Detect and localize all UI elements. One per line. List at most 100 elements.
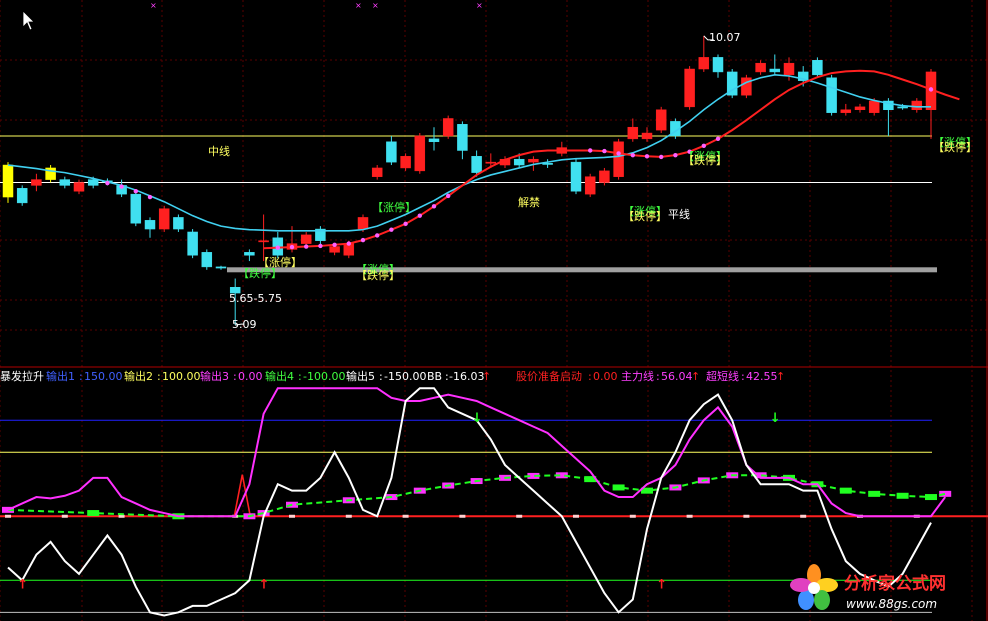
down-arrow-icon-1: ↓ bbox=[770, 411, 781, 426]
ma-dot-r-45 bbox=[644, 154, 650, 159]
indicator-legend: 暴发拉升 输出1 : 150.00 输出2 : 100.00 输出3 : 0.0… bbox=[0, 369, 785, 383]
candle-body-6 bbox=[87, 179, 99, 186]
legend-out2-sep: : bbox=[157, 370, 161, 383]
ma-dot-r-46 bbox=[659, 154, 664, 160]
legend-out5-value: -150.00 bbox=[384, 370, 426, 383]
legend-out1-name: 输出1 bbox=[46, 369, 75, 383]
ma-dot-r-43 bbox=[616, 151, 621, 156]
indicator-name: 暴发拉升 bbox=[0, 369, 44, 383]
up-arrow-icon-0: ↑ bbox=[17, 577, 28, 592]
candle-body-10 bbox=[144, 220, 156, 230]
ma-dot-r-65 bbox=[928, 87, 934, 92]
candle-body-63 bbox=[897, 106, 908, 109]
ma-dot-r-19 bbox=[275, 245, 280, 250]
candle-body-55 bbox=[783, 62, 795, 76]
legend-short-name: 超短线 bbox=[706, 369, 739, 383]
legend-out1-sep: : bbox=[79, 370, 83, 383]
candle-body-53 bbox=[755, 62, 766, 73]
legend-bb-value: -16.03 bbox=[449, 370, 484, 383]
top-marker-0: × bbox=[150, 1, 157, 10]
candle-body-9 bbox=[130, 193, 142, 224]
ma-dot-r-30 bbox=[431, 204, 437, 209]
candle-body-59 bbox=[840, 109, 852, 113]
high-price-label: 10.07 bbox=[709, 31, 741, 44]
ma-dot-r-50 bbox=[715, 136, 721, 142]
ma-dot-r-21 bbox=[304, 244, 309, 249]
candle-body-1 bbox=[16, 188, 28, 204]
candle-body-43 bbox=[613, 141, 624, 177]
candle-body-27 bbox=[386, 141, 397, 163]
candle-body-54 bbox=[769, 68, 781, 73]
candle-body-2 bbox=[31, 179, 42, 186]
top-marker-3: × bbox=[476, 1, 483, 10]
candle-body-23 bbox=[329, 246, 340, 253]
watermark-url: www.88gs.com bbox=[846, 597, 937, 611]
legend-start-sep: : bbox=[588, 370, 592, 383]
candle-body-5 bbox=[73, 182, 85, 192]
candle-body-50 bbox=[712, 57, 724, 73]
candle-body-37 bbox=[528, 158, 539, 163]
ma-dot-r-47 bbox=[673, 152, 678, 158]
candle-body-17 bbox=[244, 252, 255, 256]
candle-body-28 bbox=[400, 156, 411, 169]
legend-main-name: 主力线 bbox=[621, 369, 654, 383]
candle-body-42 bbox=[599, 170, 610, 183]
zero-tick-36 bbox=[516, 514, 523, 518]
top-marker-1: × bbox=[355, 1, 362, 10]
candle-body-48 bbox=[684, 68, 695, 108]
candle-body-58 bbox=[826, 77, 837, 113]
candle-body-61 bbox=[868, 100, 880, 113]
legend-bb-arrow: ↑ bbox=[482, 370, 491, 383]
legend-out5-name: 输出5 bbox=[346, 369, 375, 383]
candle-body-29 bbox=[414, 135, 426, 172]
limit-up-tag-1: 【涨停】 bbox=[372, 200, 416, 214]
limit-up-tag-6: 【涨停】 bbox=[258, 255, 302, 269]
stock-chart: × × × × ↑ ↑ ↑ ↓ ↓ 中线 平线 解禁 10.07 5.09 5.65-5.75… bbox=[0, 0, 988, 621]
legend-out3-sep: : bbox=[233, 370, 237, 383]
legend-short-sep: : bbox=[741, 370, 745, 383]
legend-out4-name: 输出4 bbox=[265, 369, 294, 383]
candle-body-49 bbox=[698, 57, 710, 70]
candle-body-46 bbox=[655, 109, 667, 131]
candle-body-36 bbox=[513, 158, 525, 166]
legend-main-value: 56.04 bbox=[661, 370, 693, 383]
ma-dot-r-26 bbox=[375, 233, 380, 238]
candle-body-32 bbox=[457, 124, 468, 151]
candle-body-21 bbox=[300, 234, 312, 244]
mid-line-label: 中线 bbox=[208, 144, 230, 158]
zero-tick-28 bbox=[402, 514, 409, 518]
limit-down-tag-2: 【跌停】 bbox=[683, 153, 727, 167]
ma-dot-r-49 bbox=[701, 143, 706, 149]
candle-body-44 bbox=[627, 126, 639, 140]
zero-tick-8 bbox=[118, 514, 125, 518]
range-label: 5.65-5.75 bbox=[229, 292, 282, 305]
up-arrow-icon-2: ↑ bbox=[656, 577, 667, 592]
base-bar bbox=[227, 267, 937, 273]
candle-body-0 bbox=[2, 164, 14, 198]
candle-body-60 bbox=[854, 106, 866, 111]
ma-dot-8 bbox=[119, 184, 124, 189]
unlock-label: 解禁 bbox=[518, 195, 540, 209]
top-marker-2: × bbox=[372, 1, 379, 10]
legend-out2-name: 输出2 bbox=[124, 369, 153, 383]
zero-tick-20 bbox=[289, 514, 295, 518]
candle-body-25 bbox=[357, 217, 369, 230]
ma-dot-r-22 bbox=[318, 243, 323, 249]
ma-dot-10 bbox=[147, 194, 153, 200]
legend-out1-value: 150.00 bbox=[84, 370, 123, 383]
ma-dot-r-29 bbox=[417, 213, 422, 218]
legend-out2-value: 100.00 bbox=[162, 370, 201, 383]
zero-tick-44 bbox=[629, 514, 636, 518]
candle-body-52 bbox=[741, 77, 752, 96]
limit-down-tag-3: 【跌停】 bbox=[623, 209, 667, 223]
candle-body-26 bbox=[371, 167, 383, 177]
legend-short-value: 42.55 bbox=[746, 370, 778, 383]
ma-dot-r-24 bbox=[346, 241, 351, 246]
legend-out5-sep: : bbox=[379, 370, 383, 383]
zero-tick-48 bbox=[686, 514, 693, 518]
legend-out3-name: 输出3 bbox=[200, 369, 229, 383]
ma-dot-r-25 bbox=[360, 237, 366, 243]
zero-tick-24 bbox=[345, 514, 352, 518]
legend-main-sep: : bbox=[656, 370, 660, 383]
candle-body-18 bbox=[258, 240, 269, 243]
